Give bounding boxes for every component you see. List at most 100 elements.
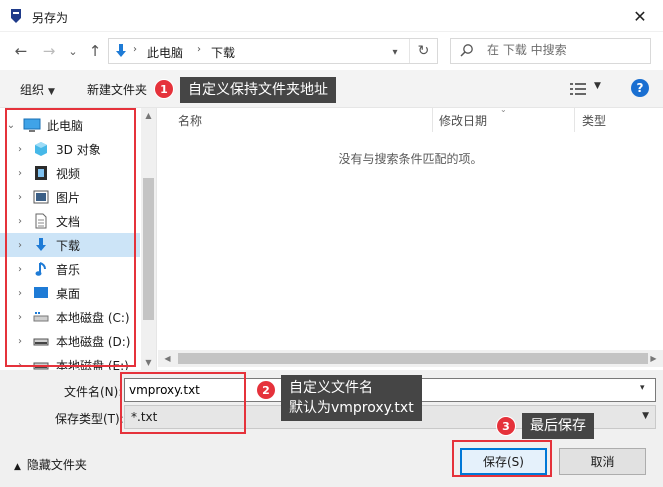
tree-item-drive-d[interactable]: › 本地磁盘 (D:) <box>0 329 140 353</box>
column-header-name[interactable]: 名称 <box>178 108 202 132</box>
computer-icon <box>23 117 41 133</box>
tree-item-drive-c[interactable]: › 本地磁盘 (C:) <box>0 305 140 329</box>
scroll-down-arrow-icon[interactable]: ▼ <box>141 355 156 370</box>
column-header-type[interactable]: 类型 <box>582 108 606 132</box>
tree-item-documents[interactable]: › 文档 <box>0 209 140 233</box>
chevron-down-icon[interactable]: ⌄ <box>5 120 17 131</box>
file-list-pane: 名称 ⌄ 修改日期 类型 没有与搜索条件匹配的项。 ◀ ▶ <box>158 105 663 370</box>
organize-menu-button[interactable]: 组织 ▼ <box>20 81 55 98</box>
cancel-button[interactable]: 取消 <box>559 448 646 475</box>
up-button[interactable]: ↑ <box>84 40 106 62</box>
navigation-bar: ← → ⌄ ↑ › 此电脑 › 下载 ▾ ↻ <box>0 32 663 70</box>
callout-filename-line1: 自定义文件名 <box>289 380 373 396</box>
chevron-right-icon[interactable]: › <box>14 360 26 371</box>
scroll-right-arrow-icon[interactable]: ▶ <box>646 351 661 366</box>
tree-item-label: 音乐 <box>56 262 81 277</box>
chevron-right-icon[interactable]: › <box>14 216 26 227</box>
title-bar: 另存为 ✕ <box>0 0 663 32</box>
filetype-value: *.txt <box>131 410 158 424</box>
column-divider[interactable] <box>574 108 575 132</box>
window-title: 另存为 <box>32 11 69 25</box>
tree-item-desktop[interactable]: › 桌面 <box>0 281 140 305</box>
tree-item-label: 文档 <box>56 214 81 229</box>
filetype-label: 保存类型(T): <box>55 412 124 426</box>
search-input[interactable] <box>487 43 637 57</box>
scrollbar-thumb[interactable] <box>178 353 648 364</box>
hide-folders-label: 隐藏文件夹 <box>26 458 87 472</box>
tree-item-3d-objects[interactable]: › 3D 对象 <box>0 137 140 161</box>
chevron-right-icon[interactable]: › <box>14 336 26 347</box>
back-button[interactable]: ← <box>10 40 32 62</box>
forward-arrow-icon: → <box>42 42 56 60</box>
sort-indicator-icon: ⌄ <box>500 105 507 114</box>
breadcrumb-separator: › <box>133 44 137 55</box>
back-arrow-icon: ← <box>14 42 28 60</box>
search-box[interactable] <box>450 38 651 64</box>
drive-icon <box>32 333 50 349</box>
tree-item-label: 3D 对象 <box>56 142 101 157</box>
chevron-right-icon[interactable]: › <box>14 192 26 203</box>
close-icon: ✕ <box>633 6 647 26</box>
column-header-modified[interactable]: 修改日期 <box>439 108 487 132</box>
scroll-up-arrow-icon[interactable]: ▲ <box>141 108 156 123</box>
video-icon <box>32 165 50 181</box>
chevron-right-icon[interactable]: › <box>14 288 26 299</box>
forward-button[interactable]: → <box>38 40 60 62</box>
step-badge-2: 2 <box>256 380 276 400</box>
breadcrumb-separator: › <box>197 44 201 55</box>
breadcrumb-downloads[interactable]: 下载 <box>211 44 235 61</box>
step-badge-1: 1 <box>154 79 174 99</box>
chevron-right-icon[interactable]: › <box>14 240 26 251</box>
recent-locations-button[interactable]: ⌄ <box>62 40 84 62</box>
chevron-right-icon[interactable]: › <box>14 168 26 179</box>
tree-item-pictures[interactable]: › 图片 <box>0 185 140 209</box>
scroll-left-arrow-icon[interactable]: ◀ <box>160 351 175 366</box>
chevron-right-icon[interactable]: › <box>14 264 26 275</box>
filename-label: 文件名(N): <box>64 385 123 399</box>
tree-item-videos[interactable]: › 视频 <box>0 161 140 185</box>
desktop-icon <box>32 285 50 301</box>
scrollbar-thumb[interactable] <box>143 178 154 320</box>
tree-item-label: 本地磁盘 (D:) <box>56 334 131 349</box>
help-icon[interactable]: ? <box>631 79 649 97</box>
drive-icon <box>32 309 50 325</box>
save-button[interactable]: 保存(S) <box>460 448 547 475</box>
filename-dropdown-button[interactable]: ▾ <box>640 383 645 393</box>
column-divider[interactable] <box>432 108 433 132</box>
up-arrow-icon: ↑ <box>88 42 102 60</box>
chevron-right-icon[interactable]: › <box>14 312 26 323</box>
app-icon <box>11 9 21 23</box>
tree-item-drive-e[interactable]: › 本地磁盘 (E:) <box>0 353 140 371</box>
callout-save: 最后保存 <box>522 413 594 439</box>
tree-item-label: 图片 <box>56 190 81 205</box>
download-folder-icon <box>116 44 126 57</box>
cube-icon <box>32 141 50 157</box>
file-list-scrollbar[interactable]: ◀ ▶ <box>158 350 663 367</box>
chevron-right-icon[interactable]: › <box>14 144 26 155</box>
address-bar[interactable]: › 此电脑 › 下载 ▾ ↻ <box>108 38 438 64</box>
callout-folder-address: 自定义保持文件夹地址 <box>180 77 336 103</box>
picture-icon <box>32 189 50 205</box>
step-badge-3: 3 <box>496 416 516 436</box>
chevron-up-icon: ▲ <box>14 462 21 472</box>
search-icon <box>460 44 473 57</box>
view-dropdown-button[interactable]: ▼ <box>594 81 601 91</box>
new-folder-button[interactable]: 新建文件夹 <box>87 81 147 98</box>
empty-message: 没有与搜索条件匹配的项。 <box>338 152 483 166</box>
refresh-button[interactable]: ↻ <box>409 39 437 63</box>
tree-item-music[interactable]: › 音乐 <box>0 257 140 281</box>
tree-item-label: 视频 <box>56 166 81 181</box>
view-options-icon[interactable] <box>570 82 586 96</box>
chevron-down-icon: ▼ <box>642 411 649 421</box>
navigation-pane-scrollbar[interactable]: ▲ ▼ <box>141 108 156 370</box>
new-folder-label: 新建文件夹 <box>87 83 148 97</box>
tree-item-this-pc[interactable]: ⌄ 此电脑 <box>0 113 140 137</box>
tree-item-label: 本地磁盘 (C:) <box>56 310 130 325</box>
tree-item-downloads[interactable]: › 下载 <box>0 233 140 257</box>
address-dropdown-button[interactable]: ▾ <box>385 43 405 61</box>
tree-item-label: 下载 <box>56 238 81 253</box>
hide-folders-toggle[interactable]: ▲ 隐藏文件夹 <box>14 456 87 473</box>
breadcrumb-this-pc[interactable]: 此电脑 <box>147 44 183 61</box>
caret-down-icon: ▼ <box>48 87 55 97</box>
close-button[interactable]: ✕ <box>617 0 663 32</box>
